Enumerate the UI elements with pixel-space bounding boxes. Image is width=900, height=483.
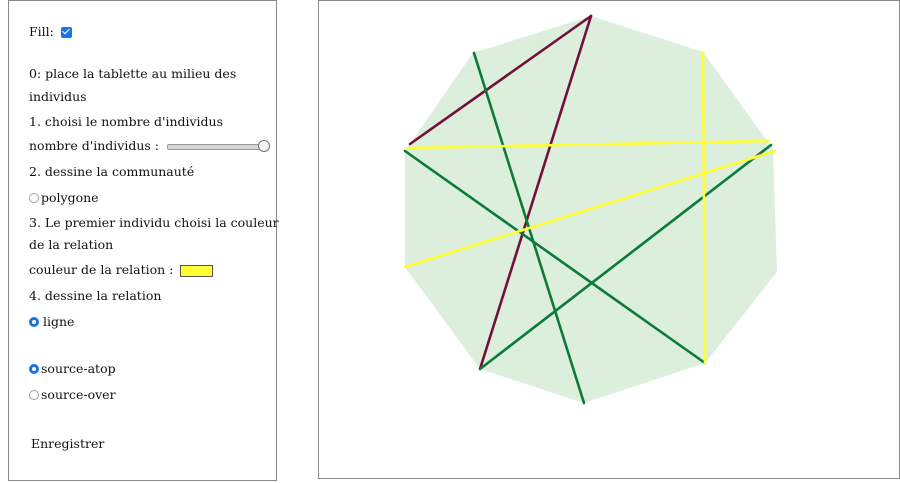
relation-color-picker[interactable]: [180, 264, 214, 277]
fill-checkbox[interactable]: [60, 27, 72, 38]
fill-label: Fill:: [29, 24, 54, 39]
individus-slider[interactable]: [166, 139, 270, 152]
control-panel: Fill: 0: place la tablette au milieu des…: [8, 0, 279, 481]
ligne-radio[interactable]: [29, 316, 39, 327]
drawing-surface[interactable]: [319, 1, 899, 478]
polygone-row[interactable]: polygone: [29, 187, 99, 209]
step1-text: 1. choisi le nombre d'individus: [29, 114, 224, 129]
drawing-canvas[interactable]: [318, 0, 900, 479]
ligne-row[interactable]: ligne: [29, 311, 74, 333]
step0-text-cont: individus: [29, 89, 87, 104]
source-over-radio[interactable]: [29, 389, 39, 400]
color-row: couleur de la relation :: [29, 259, 214, 281]
source-atop-label: source-atop: [41, 361, 116, 376]
step3-text-cont: de la relation: [29, 237, 114, 252]
source-atop-radio[interactable]: [29, 363, 39, 374]
polygone-label: polygone: [41, 190, 99, 205]
polygone-radio[interactable]: [29, 192, 39, 203]
source-atop-row[interactable]: source-atop: [29, 358, 116, 380]
color-label: couleur de la relation :: [29, 262, 174, 277]
source-over-label: source-over: [41, 387, 116, 402]
slider-row: nombre d'individus :: [29, 135, 270, 157]
step2-text: 2. dessine la communauté: [29, 164, 195, 179]
slider-thumb[interactable]: [257, 139, 270, 152]
step0-text: 0: place la tablette au milieu des: [29, 66, 237, 81]
save-button[interactable]: Enregistrer: [31, 433, 104, 455]
slider-label: nombre d'individus :: [29, 138, 159, 153]
ligne-label: ligne: [43, 314, 75, 329]
source-over-row[interactable]: source-over: [29, 384, 116, 406]
step3-text: 3. Le premier individu choisi la couleur: [29, 215, 279, 230]
fill-row: Fill:: [29, 21, 72, 43]
step4-text: 4. dessine la relation: [29, 288, 162, 303]
